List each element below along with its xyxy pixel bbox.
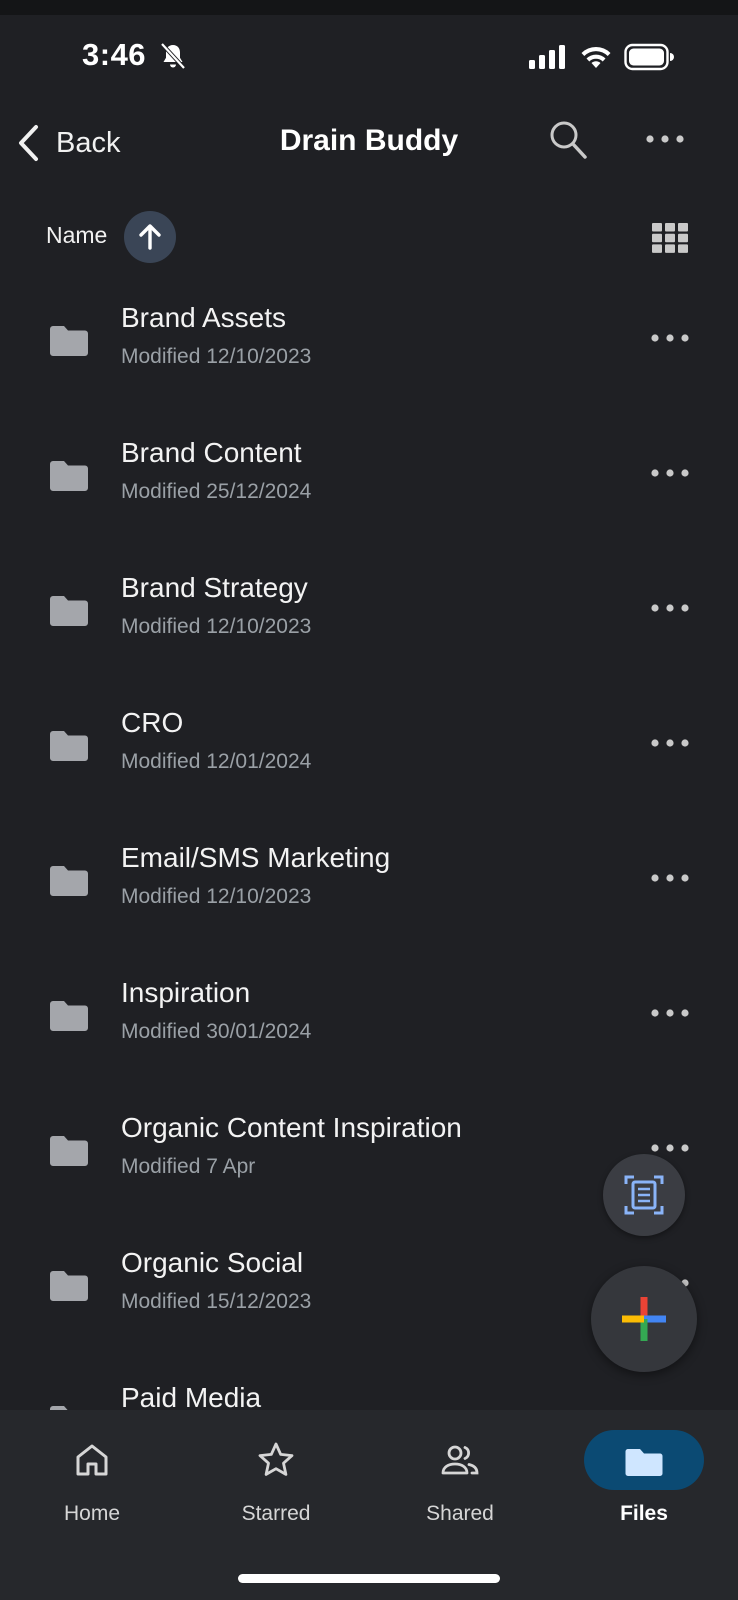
folder-modified: Modified 30/01/2024 <box>121 1020 312 1043</box>
more-options-icon[interactable] <box>650 868 690 888</box>
folder-name: Inspiration <box>121 977 251 1008</box>
top-strip <box>0 0 738 15</box>
folder-name: Organic Content Inspiration <box>121 1112 462 1143</box>
folder-list: Brand Assets Modified 12/10/2023 Brand C… <box>0 270 738 1410</box>
new-item-button[interactable] <box>591 1266 697 1372</box>
folder-name: Email/SMS Marketing <box>121 842 391 873</box>
nav-item-starred[interactable]: Starred <box>184 1410 368 1540</box>
folder-modified: Modified 12/10/2023 <box>121 615 312 638</box>
list-item[interactable]: Email/SMS Marketing Modified 12/10/2023 <box>0 810 738 945</box>
bottom-navigation: Home Starred Shared Files <box>0 1410 738 1600</box>
list-item[interactable]: Brand Content Modified 25/12/2024 <box>0 405 738 540</box>
folder-icon <box>50 596 88 626</box>
folder-name: Brand Assets <box>121 302 286 333</box>
status-bar: 3:46 <box>0 15 738 95</box>
status-time: 3:46 <box>82 37 147 72</box>
grid-view-icon[interactable] <box>652 223 688 253</box>
more-options-icon[interactable] <box>650 463 690 483</box>
home-icon <box>76 1444 108 1476</box>
more-options-icon[interactable] <box>650 328 690 348</box>
document-scan-icon <box>624 1175 664 1215</box>
nav-item-home[interactable]: Home <box>0 1410 184 1540</box>
sort-direction-button[interactable] <box>124 211 176 263</box>
search-icon[interactable] <box>548 119 588 161</box>
more-options-icon[interactable] <box>650 598 690 618</box>
folder-icon <box>625 1449 663 1476</box>
star-icon <box>258 1442 294 1476</box>
folder-modified: Modified 25/12/2024 <box>121 480 312 503</box>
folder-modified: Modified 7 Apr <box>121 1155 256 1178</box>
more-options-icon[interactable] <box>650 1003 690 1023</box>
folder-modified: Modified 12/10/2023 <box>121 345 312 368</box>
list-item[interactable]: Brand Assets Modified 12/10/2023 <box>0 270 738 405</box>
nav-item-shared[interactable]: Shared <box>368 1410 552 1540</box>
scan-document-button[interactable] <box>603 1154 685 1236</box>
folder-name: Paid Media <box>121 1382 262 1410</box>
app-header: Back Drain Buddy <box>0 95 738 190</box>
chevron-left-icon <box>19 125 38 161</box>
wifi-icon <box>581 46 611 68</box>
folder-icon <box>50 731 88 761</box>
nav-label: Home <box>63 1502 121 1525</box>
home-indicator <box>238 1574 500 1583</box>
folder-icon <box>50 326 88 356</box>
list-item[interactable]: Brand Strategy Modified 12/10/2023 <box>0 540 738 675</box>
bell-muted-icon <box>160 42 186 70</box>
battery-icon <box>624 43 674 71</box>
nav-label: Starred <box>241 1502 311 1525</box>
back-button[interactable]: Back <box>16 123 120 163</box>
people-icon <box>441 1445 479 1475</box>
folder-name: Brand Strategy <box>121 572 308 603</box>
more-options-icon[interactable] <box>650 733 690 753</box>
list-item[interactable]: Inspiration Modified 30/01/2024 <box>0 945 738 1080</box>
folder-icon <box>50 461 88 491</box>
nav-label: Files <box>620 1502 668 1525</box>
list-item[interactable]: CRO Modified 12/01/2024 <box>0 675 738 810</box>
folder-name: Organic Social <box>121 1247 304 1278</box>
folder-name: Brand Content <box>121 437 302 468</box>
folder-icon <box>50 1271 88 1301</box>
folder-icon <box>50 1001 88 1031</box>
back-label: Back <box>56 126 121 159</box>
folder-modified: Modified 12/01/2024 <box>121 750 312 773</box>
nav-item-files[interactable]: Files <box>552 1410 736 1540</box>
folder-modified: Modified 15/12/2023 <box>121 1290 312 1313</box>
sort-label[interactable]: Name <box>46 222 107 249</box>
cellular-signal-icon <box>529 45 565 69</box>
folder-icon <box>50 866 88 896</box>
folder-name: CRO <box>121 707 184 738</box>
plus-icon <box>622 1297 666 1341</box>
folder-modified: Modified 12/10/2023 <box>121 885 312 908</box>
sort-bar: Name <box>0 205 738 265</box>
more-options-icon[interactable] <box>645 129 685 149</box>
nav-label: Shared <box>426 1502 494 1525</box>
arrow-up-icon <box>139 224 161 250</box>
folder-icon <box>50 1136 88 1166</box>
